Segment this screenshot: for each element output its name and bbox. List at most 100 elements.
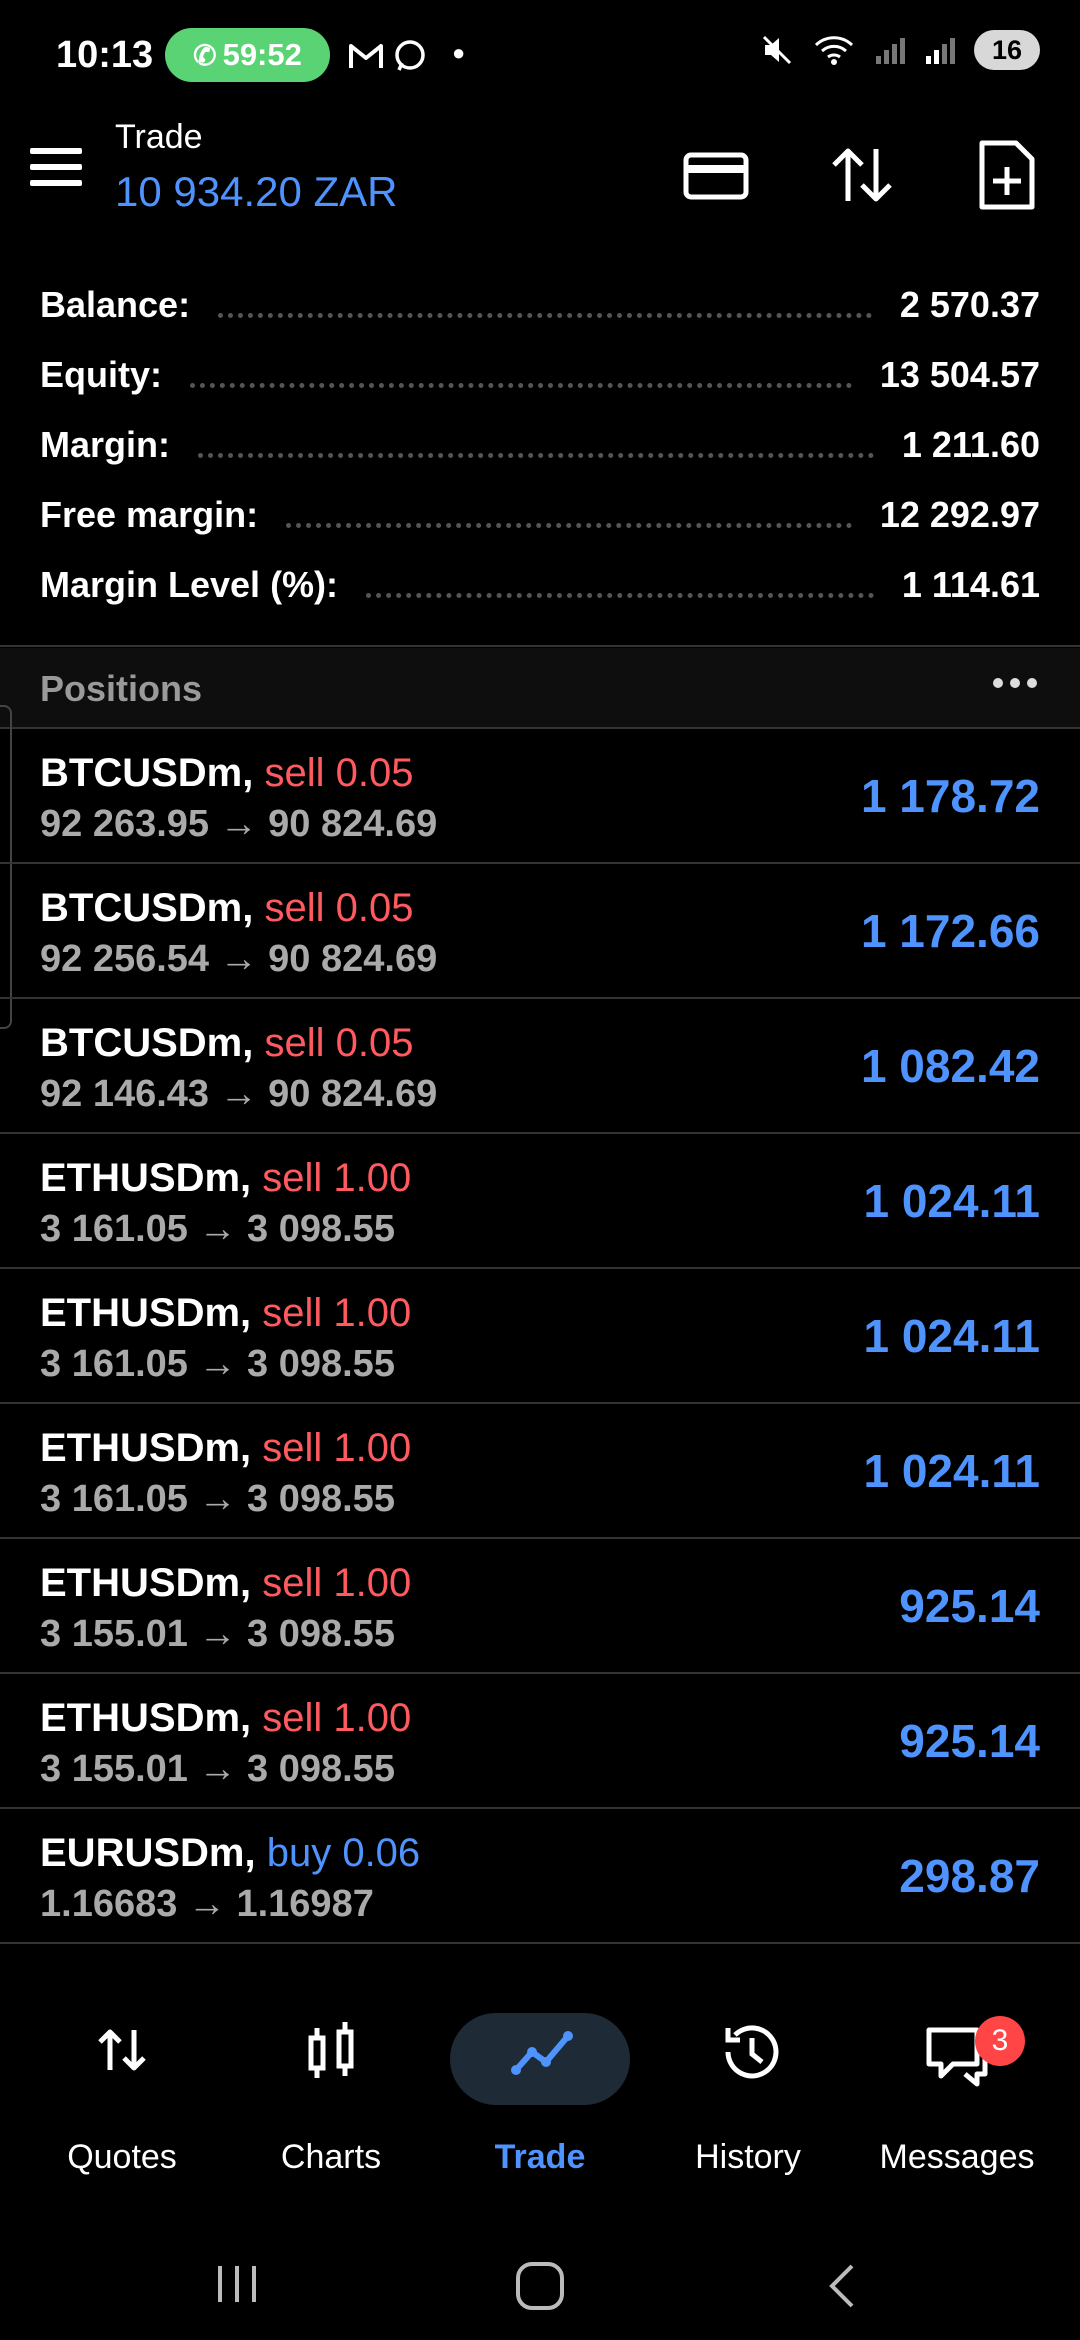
more-options-icon[interactable] xyxy=(990,668,1040,698)
back-icon[interactable] xyxy=(818,2260,868,2312)
position-symbol: ETHUSDm, xyxy=(40,1561,252,1605)
phone-icon: ✆ xyxy=(193,39,217,71)
page-title: Trade xyxy=(115,118,203,156)
summary-label: Equity: xyxy=(40,354,162,395)
nav-label: Trade xyxy=(494,2138,586,2176)
whatsapp-icon xyxy=(395,40,425,71)
nav-quotes[interactable]: Quotes xyxy=(22,1990,222,2190)
position-symbol: ETHUSDm, xyxy=(40,1156,252,1200)
summary-value: 2 570.37 xyxy=(899,284,1040,325)
position-prices: 92 263.95 → 90 824.69 xyxy=(40,803,438,845)
gmail-icon xyxy=(349,44,383,68)
position-side: sell 1.00 xyxy=(262,1156,412,1200)
divider xyxy=(0,645,1080,647)
position-side: sell 1.00 xyxy=(262,1696,412,1740)
battery-level: 16 xyxy=(974,30,1040,70)
dot-leader xyxy=(198,452,874,458)
position-side: sell 1.00 xyxy=(262,1291,412,1335)
nav-trade[interactable]: Trade xyxy=(440,1990,640,2190)
menu-icon[interactable] xyxy=(30,148,82,188)
position-row[interactable]: ETHUSDm, sell 1.00 3 161.05 → 3 098.55 1… xyxy=(0,1404,1080,1539)
nav-label: History xyxy=(695,2138,801,2176)
history-icon xyxy=(725,2025,779,2079)
position-side: sell 0.05 xyxy=(264,751,414,795)
positions-list: BTCUSDm, sell 0.05 92 263.95 → 90 824.69… xyxy=(0,729,1080,1944)
trade-icon xyxy=(511,2031,573,2075)
summary-label: Margin Level (%): xyxy=(40,564,339,605)
position-profit: 1 024.11 xyxy=(863,1445,1040,1497)
position-prices: 92 256.54 → 90 824.69 xyxy=(40,938,438,980)
status-time: 10:13 xyxy=(56,34,154,76)
recents-icon[interactable] xyxy=(212,2260,262,2308)
sort-icon[interactable] xyxy=(822,135,902,215)
position-row[interactable]: ETHUSDm, sell 1.00 3 155.01 → 3 098.55 9… xyxy=(0,1539,1080,1674)
position-row[interactable]: BTCUSDm, sell 0.05 92 256.54 → 90 824.69… xyxy=(0,864,1080,999)
position-side: buy 0.06 xyxy=(266,1831,421,1875)
position-prices: 3 161.05 → 3 098.55 xyxy=(40,1343,395,1385)
account-summary: Balance: 2 570.37 Equity: 13 504.57 Marg… xyxy=(0,270,1080,620)
summary-row-balance: Balance: 2 570.37 xyxy=(0,270,1080,340)
card-icon[interactable] xyxy=(676,135,756,215)
position-side: sell 1.00 xyxy=(262,1426,412,1470)
summary-label: Free margin: xyxy=(40,494,259,535)
summary-value: 12 292.97 xyxy=(879,494,1040,535)
nav-messages[interactable]: 3 Messages xyxy=(857,1990,1057,2190)
positions-title: Positions xyxy=(40,668,203,709)
signal-icon-2 xyxy=(926,38,955,64)
position-profit: 1 024.11 xyxy=(863,1310,1040,1362)
position-symbol: BTCUSDm, xyxy=(40,751,254,795)
system-navigation xyxy=(0,2230,1080,2340)
position-symbol: BTCUSDm, xyxy=(40,1021,254,1065)
mute-icon xyxy=(762,35,792,65)
position-profit: 1 082.42 xyxy=(860,1040,1040,1092)
position-symbol: BTCUSDm, xyxy=(40,886,254,930)
home-icon[interactable] xyxy=(514,2260,566,2312)
position-row[interactable]: ETHUSDm, sell 1.00 3 155.01 → 3 098.55 9… xyxy=(0,1674,1080,1809)
position-prices: 3 161.05 → 3 098.55 xyxy=(40,1478,395,1520)
position-symbol: EURUSDm, xyxy=(40,1831,256,1875)
candlestick-icon xyxy=(308,2022,354,2078)
status-right: 16 xyxy=(760,30,1040,70)
summary-row-free-margin: Free margin: 12 292.97 xyxy=(0,480,1080,550)
status-bar: 10:13 ✆ 59:52 ● 16 xyxy=(0,0,1080,110)
signal-icon xyxy=(876,38,905,64)
summary-row-margin: Margin: 1 211.60 xyxy=(0,410,1080,480)
position-side: sell 0.05 xyxy=(264,886,414,930)
nav-label: Messages xyxy=(879,2138,1035,2176)
summary-label: Margin: xyxy=(40,424,170,465)
position-prices: 3 161.05 → 3 098.55 xyxy=(40,1208,395,1250)
position-row[interactable]: ETHUSDm, sell 1.00 3 161.05 → 3 098.55 1… xyxy=(0,1134,1080,1269)
summary-row-margin-level: Margin Level (%): 1 114.61 xyxy=(0,550,1080,620)
nav-label: Quotes xyxy=(67,2138,177,2176)
position-row[interactable]: ETHUSDm, sell 1.00 3 161.05 → 3 098.55 1… xyxy=(0,1269,1080,1404)
position-prices: 3 155.01 → 3 098.55 xyxy=(40,1613,395,1655)
position-row[interactable]: BTCUSDm, sell 0.05 92 146.43 → 90 824.69… xyxy=(0,999,1080,1134)
position-symbol: ETHUSDm, xyxy=(40,1696,252,1740)
position-profit: 1 172.66 xyxy=(860,905,1040,957)
summary-value: 1 114.61 xyxy=(901,564,1040,605)
position-row[interactable]: BTCUSDm, sell 0.05 92 263.95 → 90 824.69… xyxy=(0,729,1080,864)
quotes-icon xyxy=(98,2029,146,2071)
position-symbol: ETHUSDm, xyxy=(40,1426,252,1470)
call-indicator[interactable]: ✆ 59:52 xyxy=(165,28,330,82)
nav-charts[interactable]: Charts xyxy=(231,1990,431,2190)
positions-header: Positions xyxy=(0,648,1080,728)
app-header: Trade 10 934.20 ZAR xyxy=(0,110,1080,255)
summary-label: Balance: xyxy=(40,284,191,325)
position-row[interactable]: EURUSDm, buy 0.06 1.16683 → 1.16987 298.… xyxy=(0,1809,1080,1944)
summary-row-equity: Equity: 13 504.57 xyxy=(0,340,1080,410)
dot-leader xyxy=(286,522,852,528)
new-order-icon[interactable] xyxy=(966,135,1046,215)
dot-leader xyxy=(218,312,872,318)
position-symbol: ETHUSDm, xyxy=(40,1291,252,1335)
position-profit: 298.87 xyxy=(899,1850,1040,1902)
position-side: sell 1.00 xyxy=(262,1561,412,1605)
summary-value: 13 504.57 xyxy=(879,354,1040,395)
position-profit: 1 178.72 xyxy=(860,770,1040,822)
position-side: sell 0.05 xyxy=(264,1021,414,1065)
position-profit: 925.14 xyxy=(899,1580,1040,1632)
summary-value: 1 211.60 xyxy=(901,424,1040,465)
position-profit: 925.14 xyxy=(899,1715,1040,1767)
nav-history[interactable]: History xyxy=(648,1990,848,2190)
account-balance-subtitle: 10 934.20 ZAR xyxy=(115,168,398,215)
